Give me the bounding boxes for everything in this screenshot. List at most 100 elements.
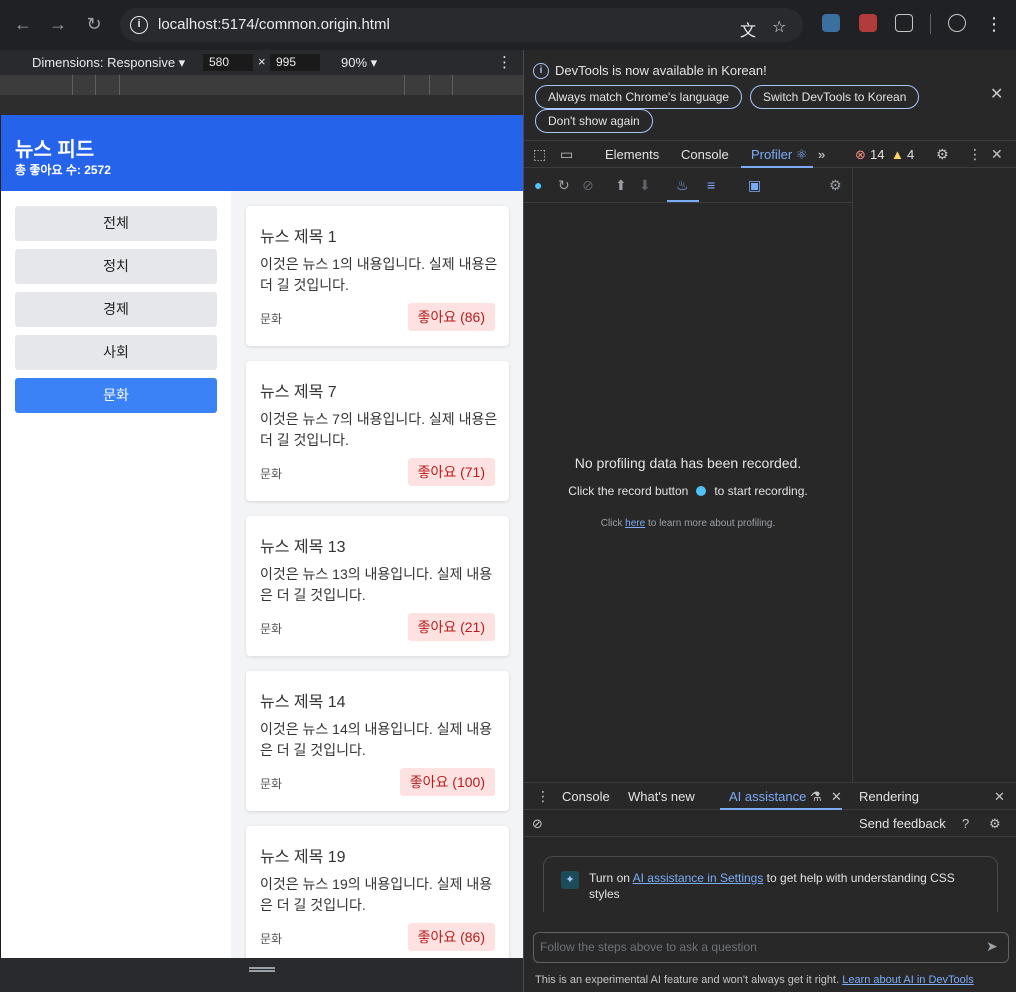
like-button[interactable]: 좋아요 (100) <box>399 768 495 796</box>
media-query-ruler[interactable] <box>0 75 523 95</box>
reload-profile-icon[interactable]: ↻ <box>558 177 570 194</box>
close-tab-icon[interactable]: ✕ <box>831 789 842 805</box>
category-sidebar: 전체 정치 경제 사회 문화 <box>1 191 231 958</box>
news-category: 문화 <box>260 312 283 326</box>
like-button[interactable]: 좋아요 (21) <box>407 613 495 641</box>
news-card: 뉴스 제목 19 이것은 뉴스 19의 내용입니다. 실제 내용은 더 길 것입… <box>246 826 509 958</box>
profiler-toolbar: ● ↻ ⊘ ⬆ ⬇ ♨ ≡ ▣ ⚙ <box>524 168 852 203</box>
learn-more-link[interactable]: here <box>625 518 645 529</box>
device-toolbar: Dimensions: Responsive ▾ 580 × 995 90% ▾… <box>0 50 523 75</box>
ask-question-input[interactable]: Follow the steps above to ask a question… <box>533 932 1009 963</box>
learn-ai-link[interactable]: Learn about AI in DevTools <box>842 974 973 986</box>
drawer-menu-icon[interactable]: ⋮ <box>536 788 550 805</box>
browser-toolbar: ← → ↻ i localhost:5174/common.origin.htm… <box>0 0 1016 50</box>
back-icon[interactable]: ← <box>13 14 33 34</box>
extension-icon[interactable] <box>822 14 840 32</box>
profiler-settings-icon[interactable]: ⚙ <box>829 177 842 194</box>
switch-to-korean-button[interactable]: Switch DevTools to Korean <box>750 85 920 109</box>
inspect-element-icon[interactable]: ⬚ <box>533 146 546 163</box>
news-title: 뉴스 제목 14 <box>260 694 346 711</box>
dimensions-select[interactable]: Dimensions: Responsive ▾ <box>32 55 185 71</box>
info-icon: i <box>533 63 549 79</box>
like-button[interactable]: 좋아요 (86) <box>407 303 495 331</box>
drawer-tabbar: ⋮ Console What's new AI assistance ⚗ ✕ R… <box>524 782 1016 810</box>
resize-handle[interactable] <box>249 967 275 972</box>
warning-count[interactable]: 4 <box>907 147 914 162</box>
load-profile-icon[interactable]: ⬆ <box>615 177 627 194</box>
tab-elements[interactable]: Elements <box>605 147 659 162</box>
selected-view-indicator <box>667 200 699 202</box>
news-category: 문화 <box>260 467 283 481</box>
app-header: 뉴스 피드 총 좋아요 수: 2572 <box>1 115 523 191</box>
help-icon[interactable]: ? <box>962 816 969 831</box>
flamegraph-icon[interactable]: ♨ <box>676 177 689 194</box>
learn-before: Click <box>600 518 623 529</box>
extensions-puzzle-icon[interactable] <box>895 14 913 32</box>
device-more-icon[interactable]: ⋮ <box>497 53 512 71</box>
category-button-economy[interactable]: 경제 <box>15 292 217 327</box>
news-body: 이것은 뉴스 14의 내용입니다. 실제 내용은 더 길 것입니다. <box>260 721 493 758</box>
news-title: 뉴스 제목 7 <box>260 384 337 401</box>
tab-console[interactable]: Console <box>681 147 729 162</box>
news-card: 뉴스 제목 1 이것은 뉴스 1의 내용입니다. 실제 내용은 더 길 것입니다… <box>246 206 509 346</box>
warning-icon[interactable]: ▲ <box>891 147 904 162</box>
record-dot-icon[interactable] <box>696 486 707 496</box>
more-tabs-button[interactable]: » <box>818 147 825 162</box>
like-button[interactable]: 좋아요 (86) <box>407 923 495 951</box>
settings-gear-icon[interactable]: ⚙ <box>936 146 949 163</box>
close-drawer-icon[interactable]: ✕ <box>994 789 1005 805</box>
reload-icon[interactable]: ↻ <box>84 14 104 34</box>
clear-chat-icon[interactable]: ⊘ <box>532 816 543 832</box>
timeline-icon[interactable]: ▣ <box>748 177 761 194</box>
devtools-menu-icon[interactable]: ⋮ <box>968 146 982 163</box>
always-match-language-button[interactable]: Always match Chrome's language <box>535 85 743 109</box>
send-feedback-button[interactable]: Send feedback <box>859 816 946 831</box>
clear-icon[interactable]: ⊘ <box>582 177 594 194</box>
ranked-chart-icon[interactable]: ≡ <box>707 177 715 193</box>
save-profile-icon[interactable]: ⬇ <box>639 177 651 194</box>
translate-icon[interactable]: 文 <box>740 17 756 41</box>
drawer-tab-rendering[interactable]: Rendering <box>859 789 919 804</box>
category-button-politics[interactable]: 정치 <box>15 249 217 284</box>
error-count[interactable]: 14 <box>870 147 884 162</box>
category-button-society[interactable]: 사회 <box>15 335 217 370</box>
drawer-tab-whats-new[interactable]: What's new <box>628 789 695 804</box>
ai-spark-icon: ✦ <box>561 871 579 889</box>
like-button[interactable]: 좋아요 (71) <box>407 458 495 486</box>
page-title: 뉴스 피드 <box>15 139 95 161</box>
dont-show-again-button[interactable]: Don't show again <box>535 109 653 133</box>
news-body: 이것은 뉴스 1의 내용입니다. 실제 내용은 더 길 것입니다. <box>260 256 498 293</box>
news-title: 뉴스 제목 1 <box>260 229 337 246</box>
ai-card-text: Turn on AI assistance in Settings to get… <box>589 870 969 902</box>
width-input[interactable]: 580 <box>203 54 253 71</box>
viewport-resize-bar <box>0 958 523 992</box>
tab-profiler[interactable]: Profiler ⚛ <box>751 147 807 163</box>
category-button-culture[interactable]: 문화 <box>15 378 217 413</box>
close-devtools-icon[interactable]: ✕ <box>991 146 1003 163</box>
ai-settings-link[interactable]: AI assistance in Settings <box>633 871 764 885</box>
record-icon[interactable]: ● <box>534 177 542 193</box>
zoom-select[interactable]: 90% ▾ <box>341 55 377 71</box>
chrome-menu-icon[interactable]: ⋮ <box>984 14 1004 34</box>
close-icon[interactable]: ✕ <box>990 84 1003 104</box>
extension-icon[interactable] <box>859 14 877 32</box>
ask-placeholder: Follow the steps above to ask a question <box>540 940 757 954</box>
drawer-tab-console[interactable]: Console <box>562 789 610 804</box>
height-input[interactable]: 995 <box>270 54 320 71</box>
news-body: 이것은 뉴스 7의 내용입니다. 실제 내용은 더 길 것입니다. <box>260 411 498 448</box>
device-toggle-icon[interactable]: ▭ <box>560 146 573 163</box>
bookmark-star-icon[interactable]: ☆ <box>772 17 786 37</box>
news-title: 뉴스 제목 13 <box>260 539 346 556</box>
site-info-icon[interactable]: i <box>130 16 148 34</box>
url-text[interactable]: localhost:5174/common.origin.html <box>158 16 390 33</box>
profiler-sidebar-divider <box>852 168 853 782</box>
error-count-icon[interactable]: ⊗ <box>855 147 866 163</box>
drawer-tab-ai-assistance[interactable]: AI assistance <box>729 789 806 804</box>
category-button-all[interactable]: 전체 <box>15 206 217 241</box>
send-icon[interactable]: ➤ <box>986 938 998 955</box>
address-bar[interactable]: i localhost:5174/common.origin.html 文 ☆ <box>120 8 803 42</box>
learn-more-text: Click here to learn more about profiling… <box>524 518 852 529</box>
ai-settings-icon[interactable]: ⚙ <box>989 816 1001 832</box>
forward-icon[interactable]: → <box>48 14 68 34</box>
profile-avatar-icon[interactable] <box>948 14 966 32</box>
